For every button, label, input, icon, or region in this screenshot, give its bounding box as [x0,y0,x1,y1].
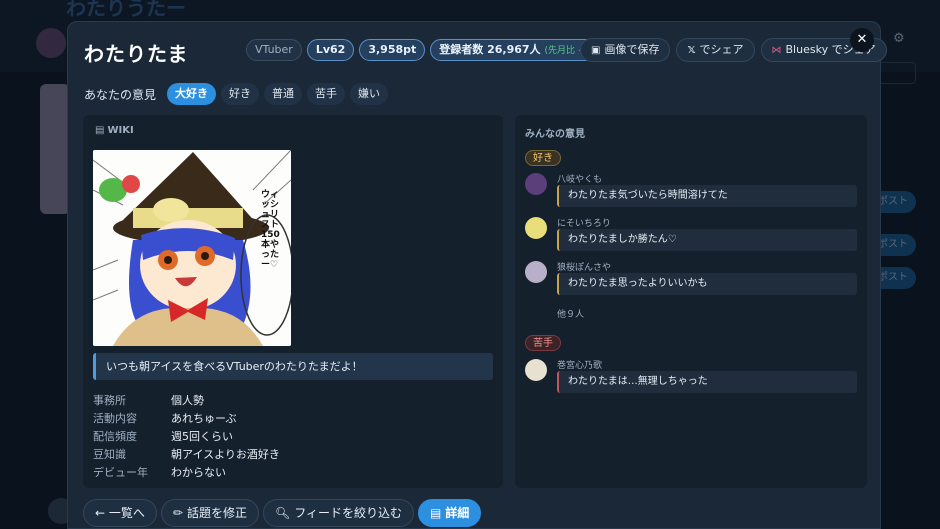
info-row-trivia: 豆知識 朝アイスよりお酒好き [93,446,280,464]
info-value: 個人勢 [171,394,204,407]
info-key: 配信頻度 [93,430,137,443]
illustration-caption: ウィッシュリスト 150本やったー♡ [261,190,280,270]
comment-text: わたりたまは…無理しちゃった [557,371,857,393]
info-key: デビュー年 [93,466,148,479]
category-tag: VTuber [246,39,302,61]
info-key: 活動内容 [93,412,137,425]
level-tag: Lv62 [306,39,355,61]
commenter-name[interactable]: 狼桜ぽんさや [557,260,611,273]
opinion-selector: あなたの意見 大好き 好き 普通 苦手 嫌い [84,83,389,105]
share-row: ▣ 画像で保存 𝕏 でシェア ⋈ Bluesky でシェア [580,38,887,62]
more-likes-count[interactable]: 他９人 [557,307,584,320]
pencil-icon: ✏ [172,506,183,520]
search-icon: 🔍︎ [274,506,291,520]
x-share-label: でシェア [699,43,744,56]
image-icon: ▣ [591,45,601,56]
opinion-option-neutral[interactable]: 普通 [264,83,303,105]
butterfly-icon: ⋈ [771,45,782,56]
commenter-name[interactable]: にそいちろり [557,216,611,229]
edit-topic-button[interactable]: ✏ 話題を修正 [160,499,259,527]
wiki-panel: ▤ WIKI ウィッシュリスト 150本やったー♡ いつも朝アイスを食べるVTu… [83,115,503,488]
x-logo-icon: 𝕏 [687,45,696,56]
opinions-panel: みんなの意見 好き 八岐やくも わたりたま気づいたら時間溶けてた にそいちろり … [515,115,867,488]
comment-text: わたりたましか勝たん♡ [557,229,857,251]
info-row-frequency: 配信頻度 週5回くらい [93,428,280,446]
tag-row: VTuber Lv62 3,958pt 登録者数 26,967人(先月比 +5,… [246,39,624,61]
points-tag: 3,958pt [359,39,426,61]
subscribers-count: 登録者数 26,967人 [439,43,541,56]
document-icon: ▤ [429,506,442,520]
info-row-agency: 事務所 個人勢 [93,392,280,410]
info-value: 週5回くらい [171,430,233,443]
avatar[interactable] [525,217,547,239]
comment-text: わたりたま思ったよりいいかも [557,273,857,295]
filter-feed-button[interactable]: 🔍︎ フィードを絞り込む [262,499,414,527]
info-value: わからない [171,466,226,479]
opinion-label: あなたの意見 [84,87,157,102]
commenter-name[interactable]: 八岐やくも [557,172,602,185]
avatar[interactable] [525,173,547,195]
wiki-quote: いつも朝アイスを食べるVTuberのわたりたまだよ！ [93,353,493,380]
book-icon: ▤ [95,125,105,136]
vtuber-detail-modal: わたりたま VTuber Lv62 3,958pt 登録者数 26,967人 (先… [67,21,887,529]
opinion-option-hate[interactable]: 嫌い [350,83,389,105]
wiki-heading: ▤ WIKI [95,125,134,136]
opinion-option-love[interactable]: 大好き [167,83,217,105]
info-row-activity: 活動内容 あれちゅーぶ [93,410,280,428]
opinions-heading: みんなの意見 [525,129,585,140]
comment-text: わたりたま気づいたら時間溶けてた [557,185,857,207]
back-to-list-button[interactable]: ← 一覧へ [83,499,157,527]
x-share-button[interactable]: 𝕏 でシェア [676,38,755,62]
avatar[interactable] [525,359,547,381]
bottom-actions: ← 一覧へ ✏ 話題を修正 🔍︎ フィードを絞り込む ▤ 詳細 [83,499,482,527]
modal-title: わたりたま [84,42,189,66]
opinion-option-dislike[interactable]: 苦手 [307,83,346,105]
commenter-name[interactable]: 巻宮心乃歌 [557,358,602,371]
dislike-badge: 苦手 [525,335,561,351]
close-icon[interactable]: ✕ [850,28,874,52]
save-image-label: 画像で保存 [604,43,660,56]
info-value: 朝アイスよりお酒好き [171,448,280,461]
opinion-option-like[interactable]: 好き [221,83,260,105]
info-key: 事務所 [93,394,126,407]
info-row-debut: デビュー年 わからない [93,464,280,482]
info-value: あれちゅーぶ [171,412,237,425]
like-badge: 好き [525,150,561,166]
info-key: 豆知識 [93,448,126,461]
wiki-info-table: 事務所 個人勢 活動内容 あれちゅーぶ 配信頻度 週5回くらい 豆知識 朝アイス… [93,392,280,482]
save-image-button[interactable]: ▣ 画像で保存 [580,38,671,62]
details-button[interactable]: ▤ 詳細 [417,499,482,527]
avatar[interactable] [525,261,547,283]
